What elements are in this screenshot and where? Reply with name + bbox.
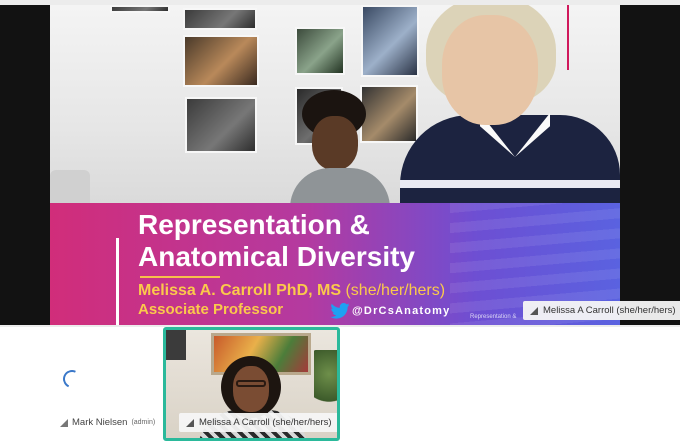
sweater-stripe xyxy=(400,180,620,188)
participant-name: Melissa A Carroll (she/her/hers) xyxy=(199,417,332,428)
twitter-credit: @DrCsAnatomy xyxy=(330,303,450,319)
participant-role: (admin) xyxy=(131,419,156,426)
presenter-name-tag: Melissa A Carroll (she/her/hers) xyxy=(523,301,680,320)
signal-icon xyxy=(186,418,194,427)
person-body xyxy=(400,115,620,215)
wall-frame xyxy=(295,27,345,75)
speaker-glasses xyxy=(236,380,266,387)
photo-person xyxy=(290,90,390,218)
wall-frame xyxy=(183,8,257,30)
author-name: Melissa A. Carroll PhD, MS xyxy=(138,282,342,299)
participant-tile-melissa[interactable]: Melissa A Carroll (she/her/hers) xyxy=(163,327,340,441)
photo-person xyxy=(390,5,620,215)
meeting-window: Representation & Anatomical Diversity Me… xyxy=(0,0,680,444)
speaker-face xyxy=(233,366,269,412)
wall-frame xyxy=(183,35,259,87)
slide-footer-note: Representation & xyxy=(470,314,517,320)
accent-bar xyxy=(116,238,119,325)
author-pronouns: (she/her/hers) xyxy=(345,282,446,299)
signal-icon xyxy=(60,418,68,427)
presentation-slide: Representation & Anatomical Diversity Me… xyxy=(50,5,620,325)
slide-photo xyxy=(50,5,620,218)
slide-title-line2: Anatomical Diversity xyxy=(138,241,415,272)
twitter-handle: @DrCsAnatomy xyxy=(352,305,451,317)
presenter-name: Melissa A Carroll (she/her/hers) xyxy=(543,305,676,316)
twitter-icon xyxy=(330,303,350,319)
slide-role: Associate Professor xyxy=(138,301,284,318)
plant xyxy=(314,350,337,410)
shared-screen[interactable]: Representation & Anatomical Diversity Me… xyxy=(0,0,680,327)
accent-line xyxy=(567,5,569,70)
slide-title: Representation & Anatomical Diversity xyxy=(138,209,415,273)
slide-title-line1: Representation & xyxy=(138,209,370,240)
participant-name-tag: Mark Nielsen (admin) xyxy=(60,417,155,428)
signal-icon xyxy=(530,306,538,315)
title-underline xyxy=(140,276,220,278)
participant-name: Mark Nielsen xyxy=(72,417,128,428)
wall-frame xyxy=(185,97,257,153)
letterbox-left xyxy=(0,5,50,325)
person-face xyxy=(312,116,358,170)
wall-frame xyxy=(166,330,186,360)
letterbox-right xyxy=(620,5,680,325)
participant-name-tag: Melissa A Carroll (she/her/hers) xyxy=(179,413,337,432)
slide-author: Melissa A. Carroll PhD, MS (she/her/hers… xyxy=(138,281,445,301)
person-face xyxy=(442,15,538,125)
wall-frame xyxy=(110,5,170,13)
